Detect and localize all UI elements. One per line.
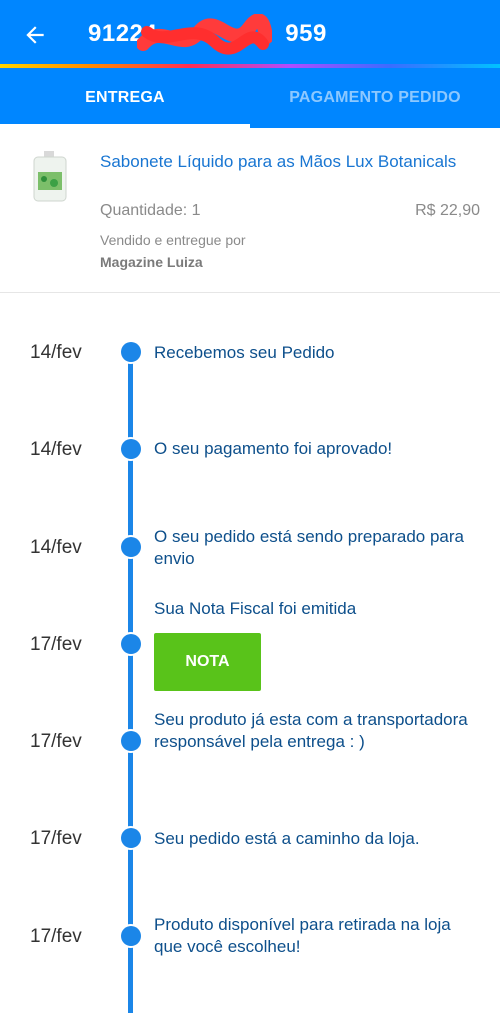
event-text: Produto disponível para retirada na loja… — [154, 915, 451, 956]
timeline-dot — [119, 924, 143, 948]
event-text: O seu pedido está sendo preparado para e… — [154, 527, 465, 568]
tab-pagamento-pedido[interactable]: PAGAMENTO PEDIDO — [250, 68, 500, 128]
timeline-dot — [119, 729, 143, 753]
tab-bar: ENTREGA PAGAMENTO PEDIDO — [0, 68, 500, 128]
event-date: 17/fev — [30, 926, 82, 947]
event-date: 17/fev — [30, 634, 82, 655]
event-text: Seu pedido está a caminho da loja. — [154, 829, 420, 848]
event-text: Recebemos seu Pedido — [154, 343, 335, 362]
timeline-dot — [119, 535, 143, 559]
event-date: 17/fev — [30, 828, 82, 849]
redaction-scribble — [137, 14, 272, 55]
timeline-dot — [119, 437, 143, 461]
product-name-link[interactable]: Sabonete Líquido para as Mãos Lux Botani… — [100, 150, 460, 174]
event-text: Seu produto já esta com a transportadora… — [154, 710, 468, 751]
back-arrow-icon[interactable] — [18, 18, 52, 52]
event-date: 14/fev — [30, 342, 82, 363]
tab-entrega[interactable]: ENTREGA — [0, 68, 250, 128]
timeline-dot — [119, 340, 143, 364]
product-card: Sabonete Líquido para as Mãos Lux Botani… — [0, 128, 500, 293]
timeline-dot — [119, 632, 143, 656]
event-date: 14/fev — [30, 439, 82, 460]
event-text: O seu pagamento foi aprovado! — [154, 439, 393, 458]
product-thumbnail[interactable] — [30, 150, 70, 202]
event-date: 14/fev — [30, 537, 82, 558]
event-date: 17/fev — [30, 731, 82, 752]
sold-by-label: Vendido e entregue por — [100, 232, 246, 248]
product-price: R$ 22,90 — [415, 202, 480, 219]
seller-name: Magazine Luiza — [100, 254, 203, 270]
event-text: Sua Nota Fiscal foi emitida — [154, 599, 357, 618]
nota-fiscal-button[interactable]: NOTA — [154, 633, 261, 691]
order-number-suffix: 959 — [285, 20, 327, 47]
product-quantity: Quantidade: 1 — [100, 202, 201, 219]
timeline-dot — [119, 826, 143, 850]
app-bar: 91224 959 ENTREGA PAGAMENTO PEDIDO — [0, 0, 500, 128]
